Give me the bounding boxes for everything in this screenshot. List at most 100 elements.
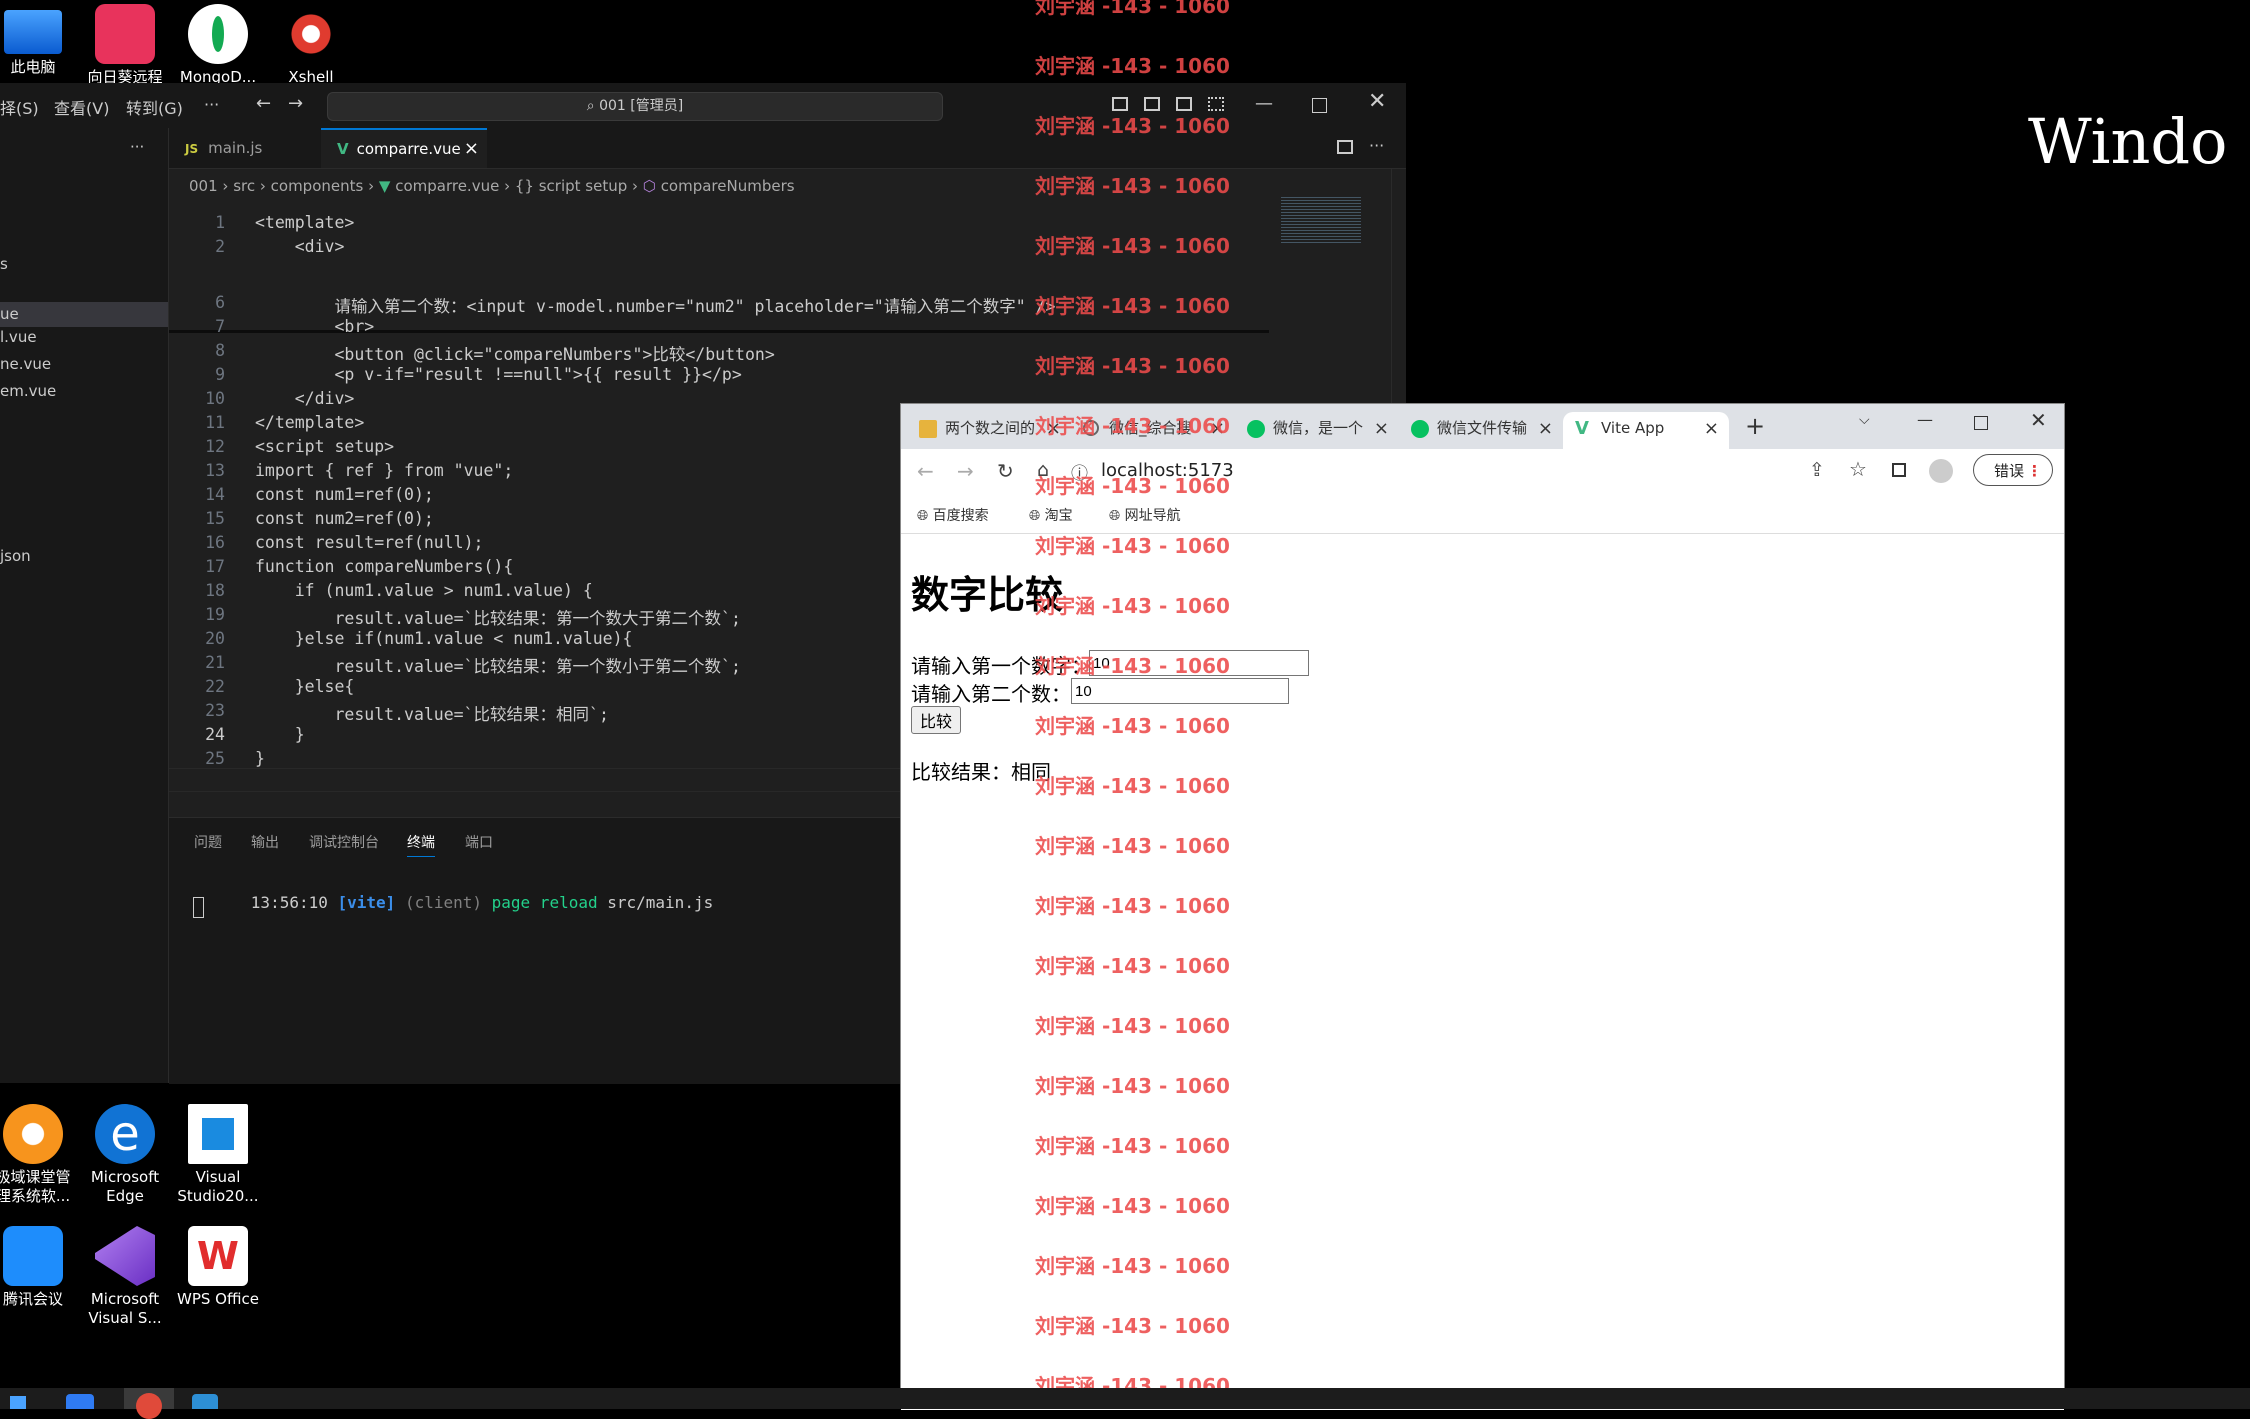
menu-dots-icon: ⋮	[2027, 462, 2042, 480]
tab-search-chevron-icon[interactable]: ⌵	[1859, 412, 1870, 428]
first-number-input[interactable]	[1089, 650, 1309, 676]
explorer-item[interactable]: ne.vue	[0, 355, 51, 373]
bookmark-star-icon[interactable]: ☆	[1849, 457, 1867, 481]
panel-tab-terminal[interactable]: 终端	[407, 832, 435, 857]
chrome-taskbar-icon[interactable]	[124, 1388, 174, 1419]
editor-more-icon[interactable]: ···	[1369, 136, 1384, 155]
menu-view[interactable]: 查看(V)	[54, 95, 109, 119]
classroom-icon	[3, 1104, 63, 1164]
back-arrow-icon[interactable]: ←	[256, 93, 271, 114]
line-number: 23	[205, 701, 225, 720]
browser-tab[interactable]: 微信_综合搜 ×	[1071, 412, 1235, 449]
panel-tab-debug-console[interactable]: 调试控制台	[309, 832, 379, 852]
bookmark-nav[interactable]: 🌐︎ 网址导航	[1109, 505, 1181, 525]
tab-close-icon[interactable]: ×	[1210, 412, 1225, 445]
tab-close-icon[interactable]: ×	[1538, 412, 1553, 445]
tab-strip: 两个数之间的 × 微信_综合搜 × 微信，是一个 × 微信文件传输 × V Vite Ap…	[901, 404, 2064, 449]
tab-close-icon[interactable]: ×	[1704, 412, 1719, 445]
forward-icon[interactable]: →	[957, 459, 974, 483]
minimap[interactable]	[1281, 195, 1361, 243]
desktop-icon-wps[interactable]: W WPS Office	[173, 1226, 263, 1309]
vscode-titlebar: 择(S) 查看(V) 转到(G) ··· ← → ⌕ 001 [管理员] — ✕	[0, 83, 1406, 128]
browser-tab-active[interactable]: V Vite App ×	[1563, 412, 1729, 449]
terminal-output[interactable]: 13:56:10 [vite] (client) page reload src…	[193, 874, 713, 931]
explorer-item[interactable]: json	[0, 547, 31, 565]
browser-tab[interactable]: 两个数之间的 ×	[907, 412, 1071, 449]
toggle-secondary-sidebar-icon[interactable]	[1176, 97, 1192, 111]
tab-close-icon[interactable]: ×	[464, 130, 479, 168]
vscode-taskbar-icon[interactable]	[192, 1394, 218, 1409]
globe-icon: 🌐︎	[1029, 508, 1041, 524]
desktop-icon-edge[interactable]: e Microsoft Edge	[80, 1104, 170, 1206]
desktop-icon-tencent-meeting[interactable]: 腾讯会议	[0, 1226, 78, 1309]
menu-selection[interactable]: 择(S)	[0, 95, 39, 119]
bookmarks-bar: 🌐︎ 百度搜索 🌐︎ 淘宝 🌐︎ 网址导航	[901, 495, 2064, 534]
code-line: <script setup>	[255, 437, 395, 456]
code-line: function compareNumbers(){	[255, 557, 514, 576]
address-bar[interactable]: ⓘ localhost:5173	[1071, 453, 1831, 489]
back-icon[interactable]: ←	[917, 459, 934, 483]
toggle-sidebar-icon[interactable]	[1112, 97, 1128, 111]
minimize-icon[interactable]: —	[1917, 410, 1933, 429]
code-line: 请输入第二个数：<input v-model.number="num2" pla…	[255, 297, 1056, 316]
share-icon[interactable]: ⇪	[1809, 459, 1825, 481]
browser-tab[interactable]: 微信，是一个 ×	[1235, 412, 1399, 449]
new-tab-button[interactable]: +	[1745, 412, 1765, 440]
sunlogin-icon	[95, 4, 155, 64]
close-icon[interactable]: ✕	[1368, 89, 1386, 114]
explorer-item-selected[interactable]: ue	[0, 302, 168, 327]
input1-label: 请输入第一个数字：	[911, 654, 1091, 678]
start-icon[interactable]	[10, 1396, 26, 1409]
command-center-search[interactable]: ⌕ 001 [管理员]	[327, 92, 943, 121]
compare-button[interactable]: 比较	[911, 706, 962, 734]
reload-icon[interactable]: ↻	[997, 459, 1014, 483]
windows-text: Windo	[2028, 105, 2228, 178]
url-text: localhost:5173	[1101, 460, 1234, 481]
desktop-icon-vs-code[interactable]: Microsoft Visual S...	[80, 1226, 170, 1328]
home-icon[interactable]: ⌂	[1037, 459, 1049, 481]
maximize-icon[interactable]	[1974, 416, 1988, 430]
tab-close-icon[interactable]: ×	[1046, 412, 1061, 445]
browser-toolbar: ← → ↻ ⌂ ⓘ localhost:5173 ⇪ ☆ 错误 ⋮	[901, 449, 2064, 495]
side-panel-icon[interactable]	[1892, 463, 1906, 477]
bookmark-taobao[interactable]: 🌐︎ 淘宝	[1029, 505, 1073, 525]
explorer-item[interactable]: l.vue	[0, 328, 37, 346]
desktop-icon-mongodb[interactable]: MongoD...	[173, 0, 263, 87]
maximize-icon[interactable]	[1312, 98, 1327, 113]
tab-comparre-vue[interactable]: Vcomparre.vue ×	[321, 128, 487, 168]
code-line: }	[255, 749, 265, 768]
tab-close-icon[interactable]: ×	[1374, 412, 1389, 445]
line-number: 2	[215, 237, 225, 256]
customize-layout-icon[interactable]	[1208, 97, 1224, 111]
toggle-panel-icon[interactable]	[1144, 97, 1160, 111]
explorer-item[interactable]: em.vue	[0, 382, 56, 400]
desktop-icon-classroom[interactable]: 极域课堂管 理系统软...	[0, 1104, 78, 1206]
profile-avatar[interactable]	[1929, 459, 1953, 483]
menu-goto[interactable]: 转到(G)	[126, 95, 183, 119]
wechat-taskbar-icon[interactable]	[66, 1394, 94, 1409]
desktop-icon-sunlogin[interactable]: 向日葵远程	[80, 0, 170, 87]
explorer-more-icon[interactable]: ···	[130, 138, 144, 156]
close-icon[interactable]: ✕	[2030, 408, 2047, 432]
browser-tab[interactable]: 微信文件传输 ×	[1399, 412, 1563, 449]
menu-more[interactable]: ···	[204, 95, 219, 114]
desktop-icon-visual-studio-2022[interactable]: Visual Studio20...	[173, 1104, 263, 1206]
code-line: <br>	[255, 317, 375, 336]
bookmark-baidu[interactable]: 🌐︎ 百度搜索	[917, 505, 989, 525]
explorer-item[interactable]: s	[0, 255, 8, 273]
panel-tab-output[interactable]: 输出	[251, 832, 279, 852]
error-button[interactable]: 错误 ⋮	[1973, 454, 2053, 486]
second-number-input[interactable]	[1071, 678, 1289, 704]
terminal-cursor	[193, 897, 204, 918]
line-number: 20	[205, 629, 225, 648]
site-info-icon[interactable]: ⓘ	[1071, 459, 1088, 484]
desktop-icon-xshell[interactable]: Xshell	[266, 0, 356, 87]
line-number: 1	[215, 213, 225, 232]
panel-tab-ports[interactable]: 端口	[465, 832, 493, 852]
tab-main-js[interactable]: JS main.js	[169, 128, 321, 168]
split-editor-icon[interactable]	[1337, 140, 1353, 154]
minimize-icon[interactable]: —	[1255, 93, 1273, 114]
desktop-icon-this-pc[interactable]: 此电脑	[0, 0, 78, 77]
forward-arrow-icon[interactable]: →	[288, 93, 303, 114]
panel-tab-problems[interactable]: 问题	[194, 832, 222, 852]
